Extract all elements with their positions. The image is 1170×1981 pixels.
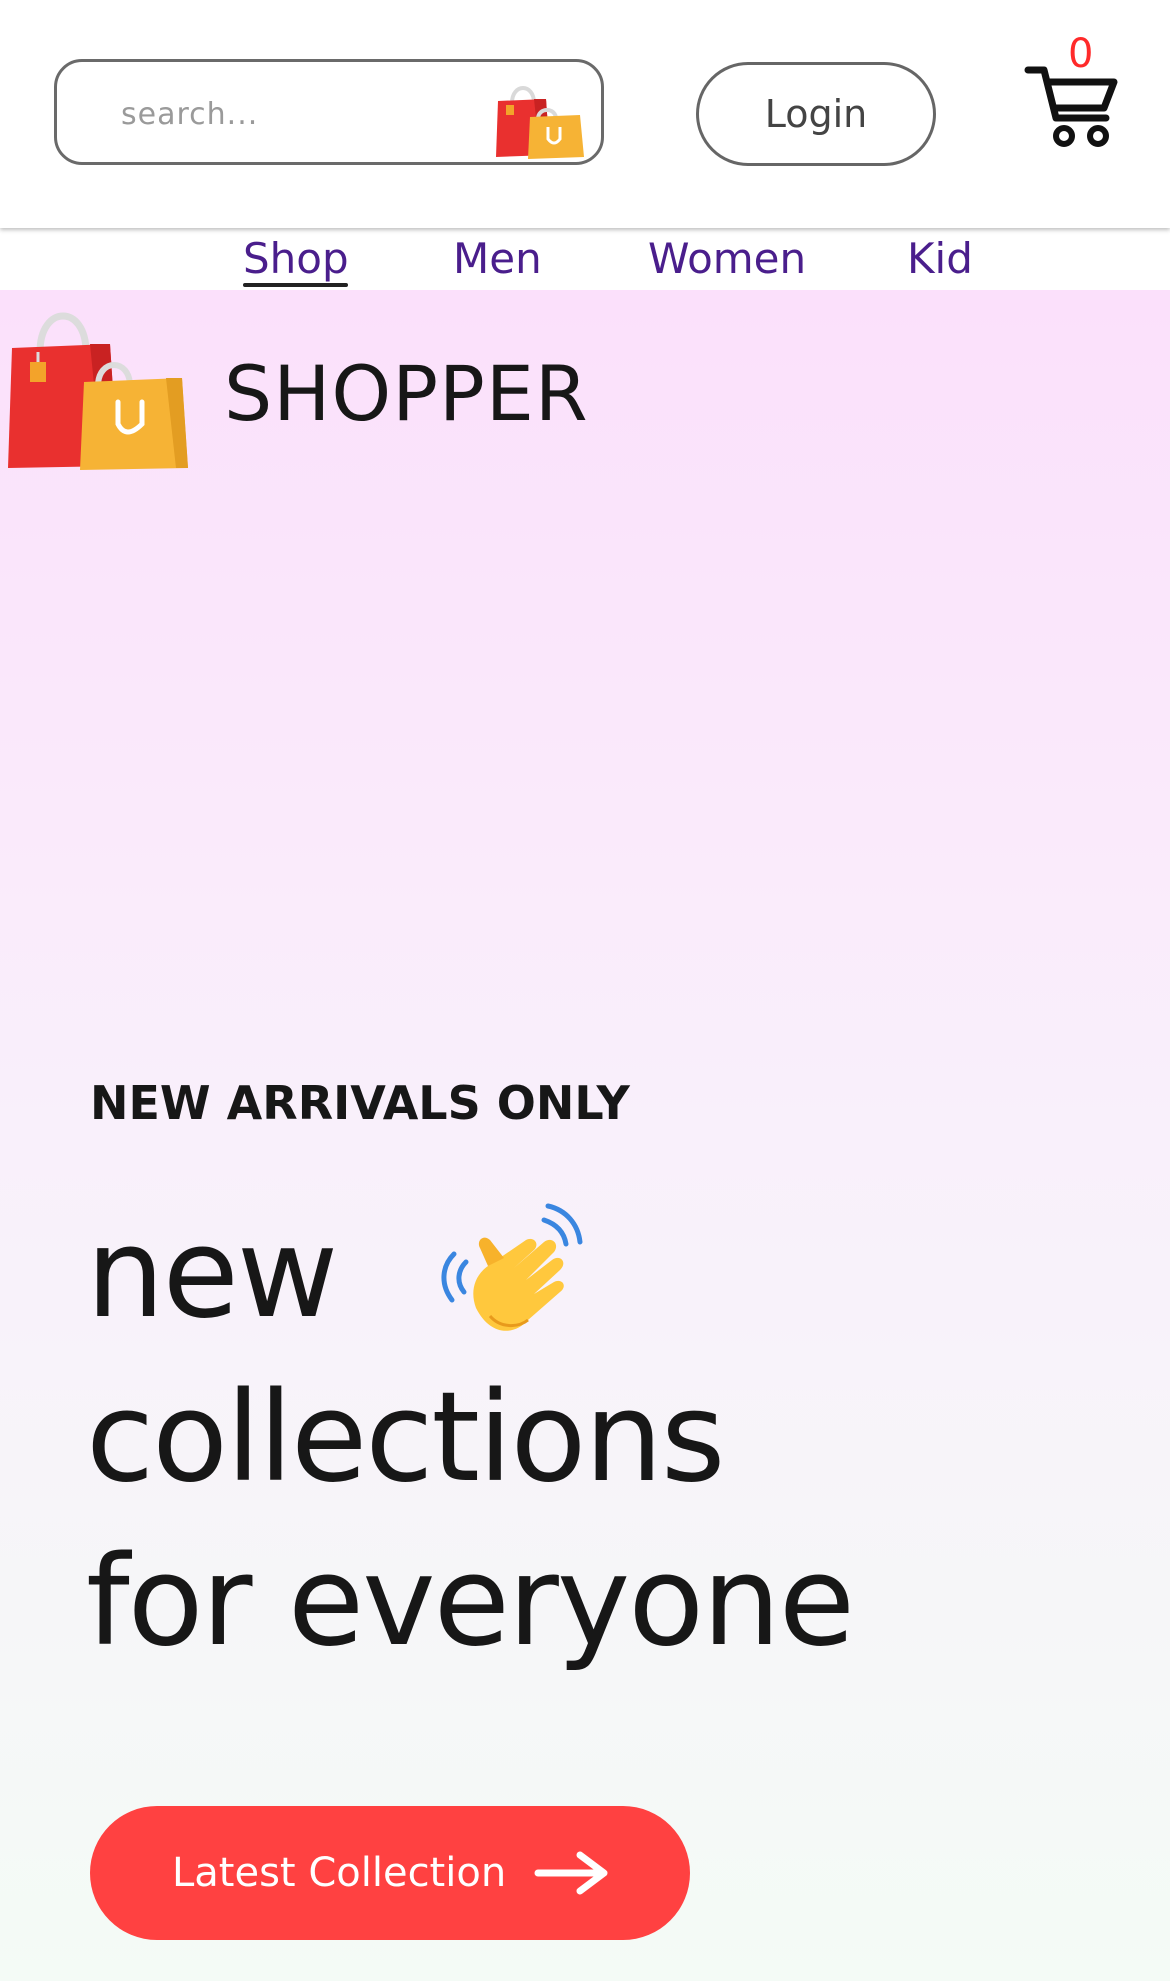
- nav-item-men[interactable]: Men: [453, 234, 542, 284]
- latest-collection-label: Latest Collection: [172, 1850, 507, 1896]
- latest-collection-button[interactable]: Latest Collection: [90, 1806, 690, 1940]
- shopping-bag-logo-icon: [8, 312, 188, 470]
- brand-name: SHOPPER: [224, 349, 589, 438]
- nav-item-shop[interactable]: Shop: [243, 234, 349, 284]
- login-button[interactable]: Login: [696, 62, 936, 166]
- waving-hand-icon: [441, 1203, 583, 1331]
- arrow-right-icon: [534, 1851, 608, 1895]
- nav-item-women[interactable]: Women: [648, 234, 806, 284]
- hero-headline-line-3: for everyone: [86, 1530, 855, 1674]
- search-input[interactable]: [119, 90, 483, 138]
- hero-eyebrow: NEW ARRIVALS ONLY: [90, 1076, 630, 1130]
- top-header: Login 0: [0, 0, 1170, 228]
- nav-active-underline: [243, 283, 348, 287]
- hero-headline-line-1: new: [86, 1202, 338, 1346]
- hero-section: SHOPPER NEW ARRIVALS ONLY new collection…: [0, 290, 1170, 1981]
- shopping-bag-icon[interactable]: [494, 77, 586, 159]
- cart-count-badge: 0: [1068, 31, 1094, 77]
- category-nav: Shop Men Women Kid: [0, 228, 1170, 290]
- nav-item-kid[interactable]: Kid: [907, 234, 973, 284]
- hero-headline-line-2: collections: [86, 1366, 726, 1510]
- search-box[interactable]: [54, 59, 604, 165]
